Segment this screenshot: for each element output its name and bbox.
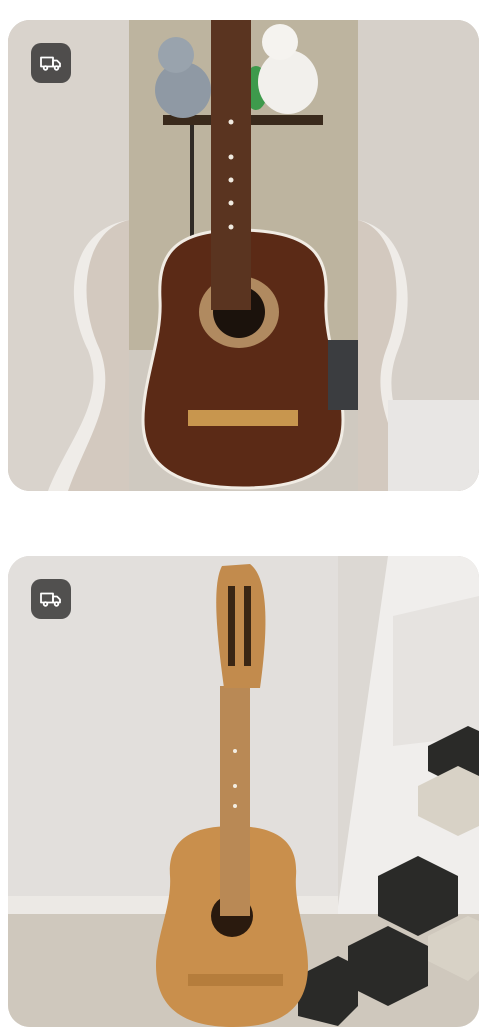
guitar-photo-2 xyxy=(8,556,479,1027)
delivery-badge xyxy=(31,579,71,619)
guitar-photo-1 xyxy=(8,20,479,491)
listing-card-1[interactable] xyxy=(8,20,479,491)
delivery-truck-icon xyxy=(40,56,61,71)
listing-card-2[interactable] xyxy=(8,556,479,1027)
delivery-truck-icon xyxy=(40,592,61,607)
delivery-badge xyxy=(31,43,71,83)
